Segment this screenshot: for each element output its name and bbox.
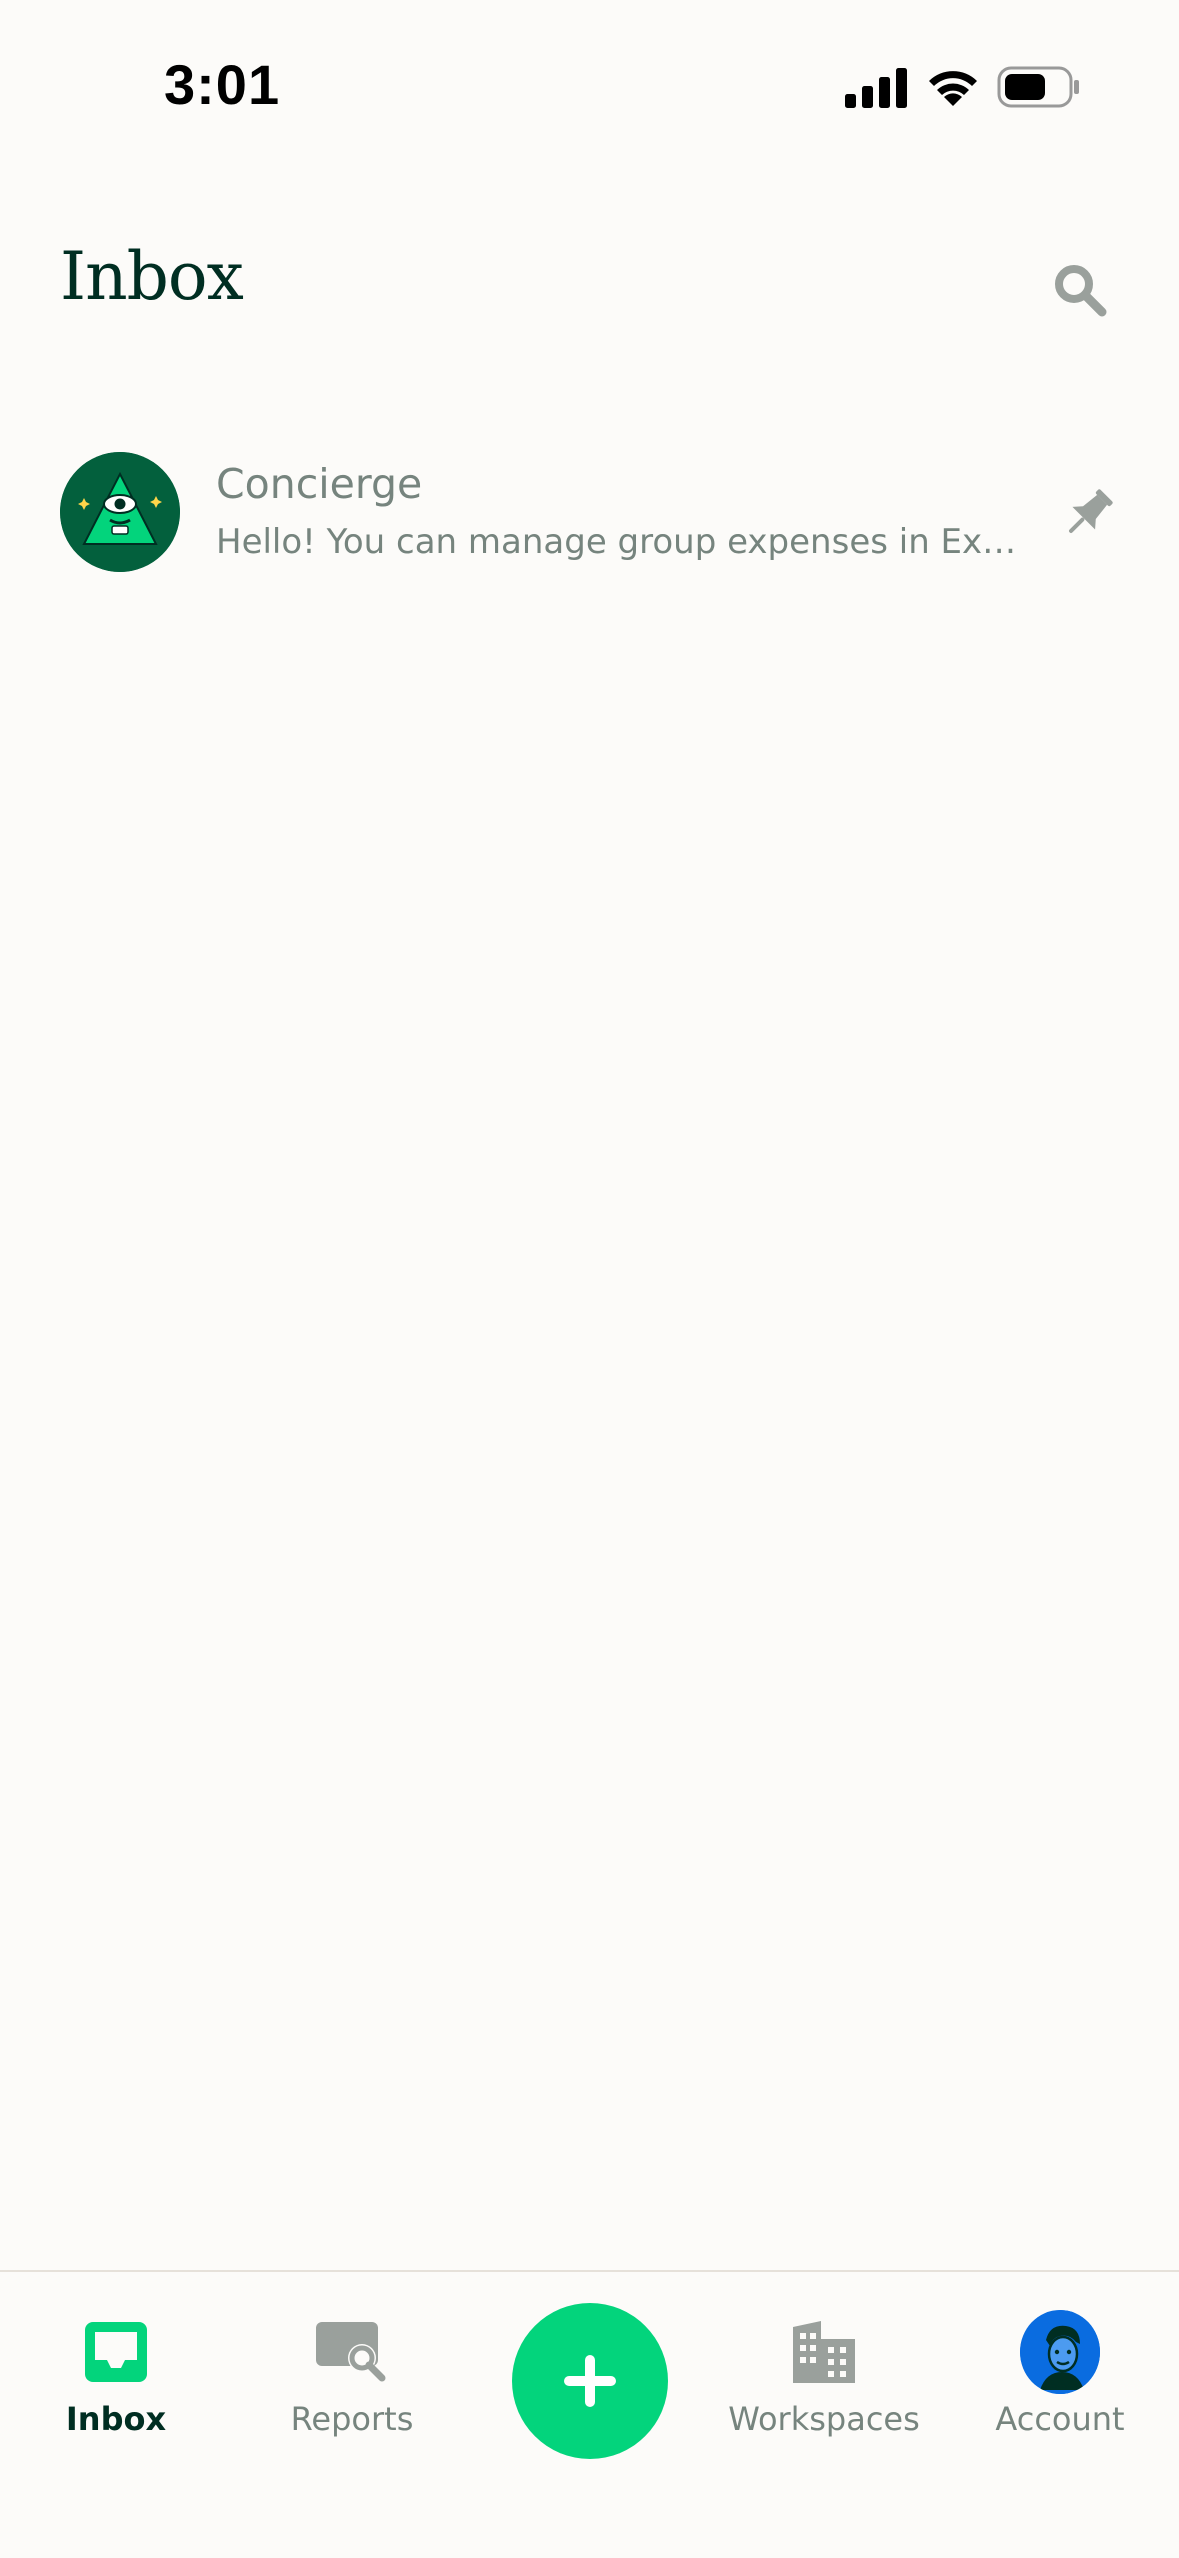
tab-account[interactable]: Account [950, 2310, 1170, 2462]
account-avatar [1020, 2310, 1100, 2394]
tab-reports[interactable]: Reports [242, 2312, 462, 2462]
tab-label-account: Account [995, 2400, 1125, 2438]
plus-icon [564, 2355, 616, 2407]
cellular-signal-icon [845, 68, 907, 108]
inbox-icon [76, 2312, 156, 2392]
concierge-avatar [60, 452, 180, 572]
page-title: Inbox [60, 238, 244, 315]
wifi-icon [929, 71, 977, 106]
chat-name: Concierge [216, 460, 423, 508]
battery-icon [997, 66, 1079, 108]
tab-workspaces[interactable]: Workspaces [714, 2312, 934, 2462]
status-bar: 3:01 [0, 0, 1179, 170]
status-time: 3:01 [164, 53, 281, 116]
create-button[interactable] [512, 2303, 668, 2459]
tab-inbox[interactable]: Inbox [6, 2312, 226, 2462]
tab-label-workspaces: Workspaces [728, 2400, 920, 2438]
pin-icon [1056, 482, 1120, 546]
tab-label-inbox: Inbox [65, 2400, 167, 2438]
search-icon [1055, 265, 1107, 317]
bottom-tab-bar: Inbox Reports Workspaces Account [0, 2270, 1179, 2558]
workspaces-icon [784, 2312, 864, 2392]
chat-preview: Hello! You can manage group expenses in … [216, 522, 1034, 562]
tab-label-reports: Reports [290, 2400, 414, 2438]
search-button[interactable] [1040, 250, 1120, 330]
chat-row-concierge[interactable]: Concierge Hello! You can manage group ex… [0, 440, 1179, 588]
reports-icon [312, 2312, 392, 2392]
